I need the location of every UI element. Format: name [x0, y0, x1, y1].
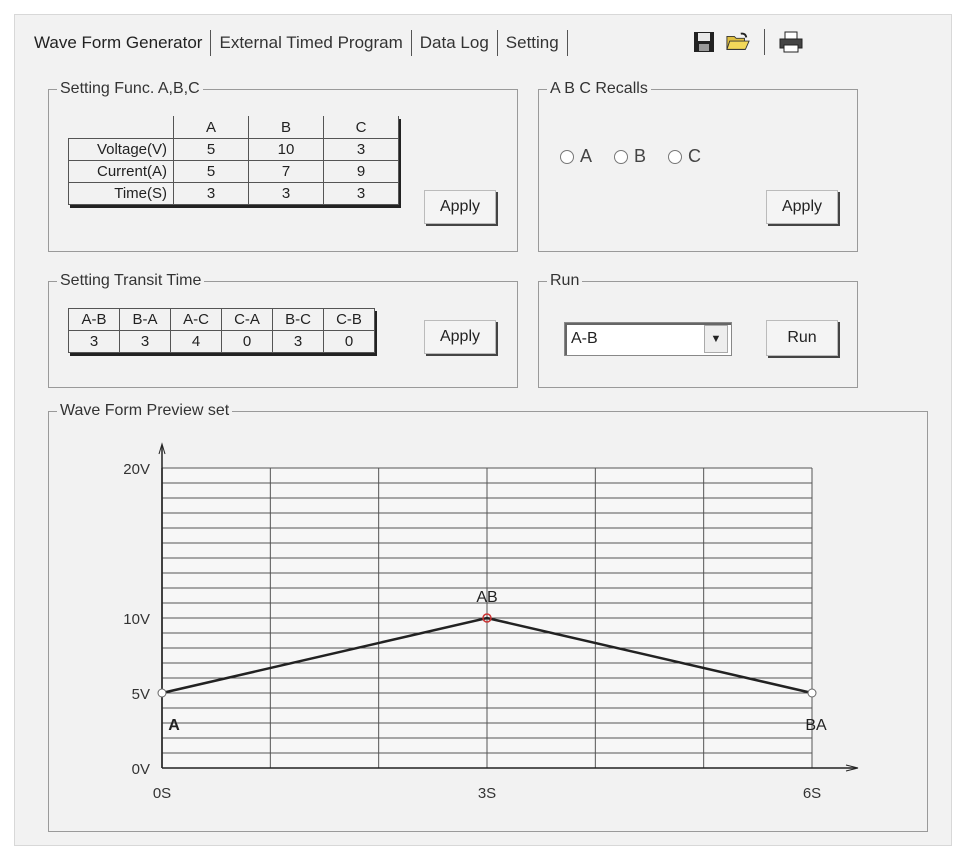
data-point-marker: [807, 688, 817, 698]
x-tick-label: 6S: [803, 785, 821, 802]
point-label: A: [168, 717, 180, 734]
y-tick-label: 20V: [123, 461, 150, 478]
y-tick-label: 5V: [132, 686, 150, 703]
data-point-marker: [157, 688, 167, 698]
y-tick-label: 0V: [132, 761, 150, 778]
wave-form-chart: 0V 5V 10V 20V 0S 3S 6S A AB BA: [123, 442, 859, 802]
y-tick-label: 10V: [123, 611, 150, 628]
x-tick-label: 3S: [478, 785, 496, 802]
point-label: BA: [805, 717, 827, 734]
point-label: AB: [476, 589, 497, 606]
x-tick-label: 0S: [153, 785, 171, 802]
